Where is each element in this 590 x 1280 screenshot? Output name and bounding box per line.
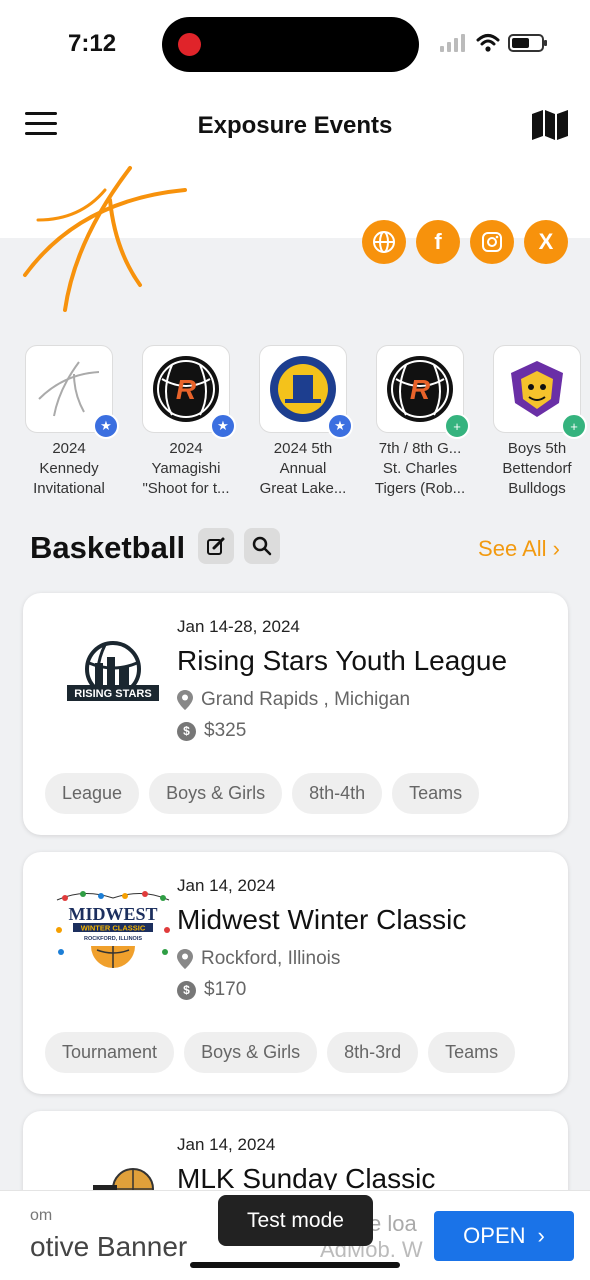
location-pin-icon <box>177 949 193 969</box>
event-logo-text: RISING STARS <box>74 688 151 700</box>
chevron-right-icon: › <box>546 536 560 561</box>
event-tag: Boys & Girls <box>184 1032 318 1073</box>
add-user-badge-icon: + <box>444 413 470 439</box>
event-date: Jan 14-28, 2024 <box>177 617 300 636</box>
event-title: Rising Stars Youth League <box>177 645 508 676</box>
signal-icon <box>440 34 468 52</box>
test-mode-toast: Test mode <box>218 1195 373 1246</box>
search-icon <box>252 536 272 556</box>
status-time: 7:12 <box>68 30 117 57</box>
event-location: Grand Rapids , Michigan <box>177 689 410 711</box>
wifi-icon <box>476 34 500 52</box>
event-price: $ $170 <box>177 979 246 1001</box>
edit-button[interactable] <box>198 528 234 564</box>
featured-event-label: Boys 5th Bettendorf Bulldogs <box>502 440 572 497</box>
star-badge-icon: ★ <box>327 413 353 439</box>
svg-text:R: R <box>410 374 431 405</box>
section-title: Basketball <box>30 530 186 565</box>
ad-headline: otive Banner <box>30 1231 188 1262</box>
event-tag: Boys & Girls <box>149 773 283 814</box>
ad-small-text: om <box>30 1207 53 1224</box>
add-user-badge-icon: + <box>561 413 587 439</box>
location-pin-icon <box>177 690 193 710</box>
x-icon[interactable]: X <box>524 220 568 264</box>
featured-event[interactable]: ★ 2024 5th Annual Great Lake... <box>259 345 353 499</box>
star-badge-icon: ★ <box>93 413 119 439</box>
featured-event[interactable]: ★ 2024 Kennedy Invitational <box>25 345 119 499</box>
featured-event[interactable]: + Boys 5th Bettendorf Bulldogs <box>493 345 587 499</box>
event-logo-text: MIDWEST <box>68 904 157 924</box>
event-card[interactable]: MIDWEST WINTER CLASSIC ROCKFORD, ILLINOI… <box>23 852 568 1094</box>
event-logo-subtext: ROCKFORD, ILLINOIS <box>84 936 142 942</box>
facebook-icon[interactable]: f <box>416 220 460 264</box>
event-tag: Tournament <box>45 1032 175 1073</box>
featured-event-label: 7th / 8th G... St. Charles Tigers (Rob..… <box>374 440 466 497</box>
event-price-text: $325 <box>204 720 247 741</box>
event-tags: Tournament Boys & Girls 8th-3rd Teams <box>45 1032 516 1073</box>
globe-icon[interactable] <box>362 220 406 264</box>
dollar-icon: $ <box>177 721 196 741</box>
event-logo: RISING STARS <box>67 641 159 701</box>
featured-event[interactable]: R + 7th / 8th G... St. Charles Tigers (R… <box>375 345 470 499</box>
dollar-icon: $ <box>177 980 196 1000</box>
featured-event-label: 2024 Kennedy Invitational <box>33 440 105 497</box>
ad-open-label: OPEN <box>463 1223 526 1248</box>
map-icon[interactable] <box>531 110 569 140</box>
see-all-label: See All <box>478 536 547 561</box>
dynamic-island <box>162 17 419 72</box>
section-header: Basketball See All › <box>30 528 560 568</box>
svg-text:R: R <box>176 374 197 405</box>
event-location-text: Rockford, Illinois <box>201 948 341 969</box>
event-card[interactable]: RISING STARS Jan 14-28, 2024 Rising Star… <box>23 593 568 835</box>
battery-icon <box>508 34 547 52</box>
recording-indicator-icon <box>178 33 201 56</box>
ad-open-button[interactable]: OPEN › <box>434 1211 574 1261</box>
search-button[interactable] <box>244 528 280 564</box>
home-indicator[interactable] <box>190 1262 400 1268</box>
featured-events-row: ★ 2024 Kennedy Invitational R ★ 2024 Yam… <box>25 345 587 499</box>
event-tag: Teams <box>428 1032 516 1073</box>
event-price-text: $170 <box>204 979 247 1000</box>
instagram-icon[interactable] <box>470 220 514 264</box>
event-location-text: Grand Rapids , Michigan <box>201 689 411 710</box>
event-date: Jan 14, 2024 <box>177 876 276 895</box>
status-bar: 7:12 <box>0 0 590 90</box>
edit-icon <box>207 537 225 555</box>
page-title: Exposure Events <box>197 112 393 139</box>
event-title: Midwest Winter Classic <box>177 904 467 935</box>
event-logo-subtext: WINTER CLASSIC <box>81 924 146 933</box>
chevron-right-icon: › <box>537 1223 545 1248</box>
featured-event-label: 2024 Yamagishi "Shoot for t... <box>142 440 230 497</box>
featured-event-label: 2024 5th Annual Great Lake... <box>259 440 347 497</box>
event-tag: 8th-3rd <box>327 1032 419 1073</box>
featured-event[interactable]: R ★ 2024 Yamagishi "Shoot for t... <box>142 345 236 499</box>
star-badge-icon: ★ <box>210 413 236 439</box>
event-logo: MIDWEST WINTER CLASSIC ROCKFORD, ILLINOI… <box>56 891 170 968</box>
event-tags: League Boys & Girls 8th-4th Teams <box>45 773 480 814</box>
basketball-lines-decoration <box>23 166 187 312</box>
event-date: Jan 14, 2024 <box>177 1135 276 1154</box>
event-tag: League <box>45 773 140 814</box>
event-price: $ $325 <box>177 720 246 742</box>
event-tag: 8th-4th <box>292 773 383 814</box>
social-links: f X <box>362 220 568 264</box>
see-all-link[interactable]: See All › <box>478 536 560 562</box>
event-location: Rockford, Illinois <box>177 948 340 970</box>
event-tag: Teams <box>392 773 480 814</box>
